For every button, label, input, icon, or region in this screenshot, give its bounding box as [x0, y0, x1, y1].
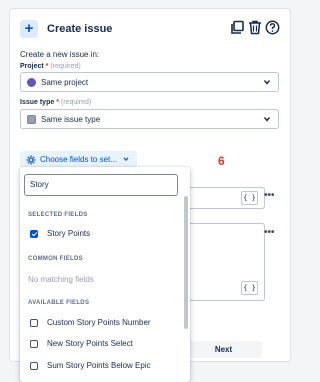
chevron-down-icon [263, 80, 271, 85]
section-selected-fields: SELECTED FIELDS [28, 212, 88, 218]
required-mark: * [56, 99, 59, 106]
fields-dropdown: Story SELECTED FIELDS Story Points COMMO… [20, 167, 190, 382]
issue-type-icon [27, 114, 36, 124]
checkbox-icon[interactable] [30, 318, 38, 327]
required-mark: * [45, 63, 49, 70]
chevron-down-icon [263, 117, 271, 122]
option-label: Sum Story Points Below Epic [47, 361, 151, 370]
issue-type-value: Same issue type [41, 114, 101, 124]
help-icon[interactable] [265, 20, 280, 35]
required-hint: (required) [60, 99, 92, 106]
plus-icon: + [20, 20, 38, 38]
issue-type-select[interactable]: Same issue type [20, 109, 279, 129]
checkbox-checked-icon[interactable] [30, 229, 38, 238]
step-annotation: 6 [218, 154, 225, 168]
option-story-points[interactable]: Story Points [30, 229, 90, 238]
duplicate-icon[interactable] [230, 20, 245, 35]
chevron-down-icon [123, 157, 129, 162]
field-search-input[interactable]: Story [24, 174, 178, 196]
section-common-fields: COMMON FIELDS [28, 256, 83, 262]
issue-type-label-text: Issue type [20, 99, 55, 106]
issue-type-label: Issue type * (required) [20, 99, 91, 106]
required-hint: (required) [50, 63, 81, 70]
option-custom-story-points-number[interactable]: Custom Story Points Number [30, 318, 151, 327]
section-available-fields: AVAILABLE FIELDS [28, 300, 90, 306]
trash-icon[interactable] [248, 20, 262, 35]
checkbox-icon[interactable] [30, 361, 38, 370]
gear-icon [26, 155, 36, 164]
header-actions [230, 20, 280, 35]
intro-text: Create a new issue in: [20, 50, 100, 59]
option-label: Story Points [47, 229, 91, 238]
project-label: Project * (required) [20, 63, 81, 70]
next-button[interactable]: Next [185, 341, 262, 358]
option-label: New Story Points Select [47, 339, 133, 348]
project-value: Same project [41, 77, 89, 87]
project-avatar-icon [27, 77, 36, 87]
option-new-story-points-select[interactable]: New Story Points Select [30, 339, 133, 348]
json-editor-button[interactable]: { } [241, 191, 258, 205]
dropdown-scrollbar[interactable] [184, 196, 188, 329]
panel-header: + Create issue [20, 19, 280, 39]
option-label: Custom Story Points Number [47, 318, 151, 327]
choose-fields-label: Choose fields to set... [40, 155, 117, 164]
choose-fields-button[interactable]: Choose fields to set... [20, 151, 137, 168]
more-options-icon[interactable]: ••• [264, 190, 275, 201]
panel-title: Create issue [47, 23, 113, 35]
json-editor-button[interactable]: { } [241, 281, 258, 295]
project-label-text: Project [20, 63, 44, 70]
option-sum-story-points-below-epic[interactable]: Sum Story Points Below Epic [30, 361, 151, 370]
empty-message: No matching fields [28, 275, 94, 284]
checkbox-icon[interactable] [30, 339, 38, 348]
more-options-icon[interactable]: ••• [264, 227, 275, 238]
project-select[interactable]: Same project [20, 72, 279, 92]
